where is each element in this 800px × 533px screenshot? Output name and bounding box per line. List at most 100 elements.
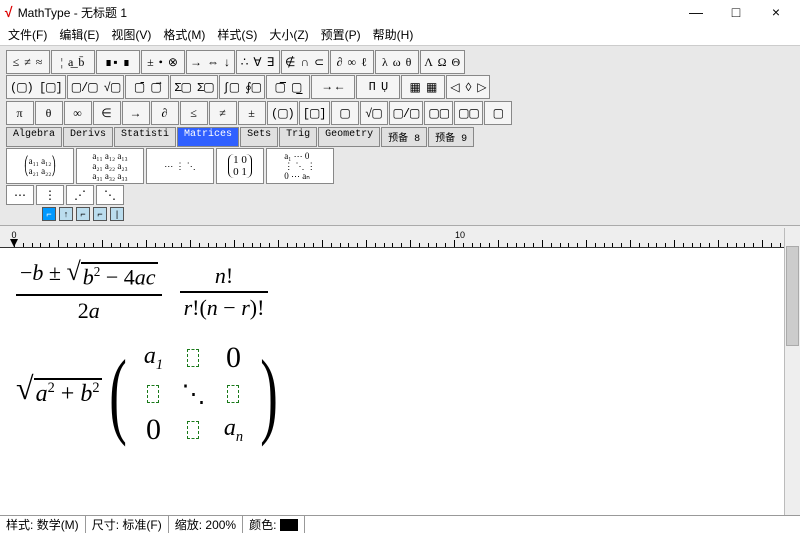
sym-neq[interactable]: ≠: [209, 101, 237, 125]
matrix-template-2x2[interactable]: ⎛a₁₁ a₁₂⎞ ⎝a₂₁ a₂₂⎠: [6, 148, 74, 184]
window-title: MathType - 无标题 1: [18, 4, 676, 21]
ellipsis-v[interactable]: ⋮: [36, 185, 64, 205]
matrices-panel: ⎛a₁₁ a₁₂⎞ ⎝a₂₁ a₂₂⎠ a₁₁ a₁₂ a₁₃ a₂₁ a₂₂ …: [6, 148, 794, 184]
binomial-formula: n! r!(n − r)!: [180, 263, 269, 321]
category-tabs: Algebra Derivs Statisti Matrices Sets Tr…: [6, 127, 794, 147]
tmpl-brackets[interactable]: [▢]: [299, 101, 330, 125]
symbol-palette-row1: ≤ ≠ ≈ ¦ a͟ b̄ ∎▪ ∎ ± • ⊗ → ⇔ ↓ ∴ ∀ ∃ ∉ ∩…: [6, 50, 794, 74]
tabstop-center-icon[interactable]: ↑: [59, 207, 73, 221]
color-swatch: [280, 519, 298, 531]
matrix-slot[interactable]: [227, 385, 239, 403]
ellipsis-up[interactable]: ⋰: [66, 185, 94, 205]
status-size[interactable]: 尺寸: 标准(F): [86, 516, 169, 533]
ruler-label-10: 10: [455, 230, 465, 240]
tab-algebra[interactable]: Algebra: [6, 127, 62, 147]
palette-logic[interactable]: ∴ ∀ ∃: [236, 50, 280, 74]
tab-statisti[interactable]: Statisti: [114, 127, 176, 147]
equation-canvas[interactable]: −b ± √b2 − 4ac 2a n! r!(n − r)! √ a2 + b…: [0, 248, 800, 520]
formula-row-1: −b ± √b2 − 4ac 2a n! r!(n − r)!: [16, 260, 790, 324]
menu-size[interactable]: 大小(Z): [269, 26, 308, 43]
palette-greek-lower[interactable]: λ ω θ: [375, 50, 419, 74]
sym-partial[interactable]: ∂: [151, 101, 179, 125]
sym-infinity[interactable]: ∞: [64, 101, 92, 125]
tabstop-bar-icon[interactable]: |: [110, 207, 124, 221]
matrix-template-diag[interactable]: a₁ ⋯ 0 ⋮ ⋱ ⋮ 0 ⋯ aₙ: [266, 148, 334, 184]
menu-help[interactable]: 帮助(H): [373, 26, 414, 43]
ellipsis-h[interactable]: ⋯: [6, 185, 34, 205]
status-zoom[interactable]: 缩放: 200%: [169, 516, 243, 533]
minimize-button[interactable]: —: [676, 0, 716, 24]
tmpl-box[interactable]: ▢: [484, 101, 512, 125]
template-integrals[interactable]: ∫▢ ∮▢: [219, 75, 265, 99]
palette-misc[interactable]: ∂ ∞ ℓ: [330, 50, 374, 74]
vertical-scrollbar[interactable]: [784, 228, 800, 515]
menu-format[interactable]: 格式(M): [163, 26, 205, 43]
matrix-template-identity[interactable]: 1 00 1: [216, 148, 264, 184]
palette-operators[interactable]: ± • ⊗: [141, 50, 185, 74]
template-boxes[interactable]: ◁ ◊ ▷: [446, 75, 490, 99]
template-fractions[interactable]: ▢/▢ √▢: [67, 75, 125, 99]
tab-matrices[interactable]: Matrices: [177, 127, 239, 147]
ellipsis-panel: ⋯ ⋮ ⋰ ⋱: [6, 185, 794, 205]
matrix-slot[interactable]: [147, 385, 159, 403]
tab-sets[interactable]: Sets: [240, 127, 278, 147]
template-matrices[interactable]: ▦ ▦: [401, 75, 445, 99]
palette-greek-upper[interactable]: Λ Ω Θ: [420, 50, 465, 74]
sym-arrow[interactable]: →: [122, 101, 150, 125]
toolbar-area: ≤ ≠ ≈ ¦ a͟ b̄ ∎▪ ∎ ± • ⊗ → ⇔ ↓ ∴ ∀ ∃ ∉ ∩…: [0, 46, 800, 226]
pythagorean-sqrt: √ a2 + b2: [16, 378, 102, 410]
template-subscripts[interactable]: ▢̄ ▢⃗: [125, 75, 169, 99]
tmpl-sup[interactable]: ▢▢: [424, 101, 453, 125]
tmpl-sub[interactable]: ▢▢: [454, 101, 483, 125]
sym-pm[interactable]: ±: [238, 101, 266, 125]
formula-row-2: √ a2 + b2 ( a1 0 ⋱ 0 an ): [16, 340, 790, 448]
template-labeled-arrows[interactable]: → ←: [311, 75, 355, 99]
palette-spaces[interactable]: ¦ a͟ b̄: [51, 50, 95, 74]
status-bar: 样式: 数学(M) 尺寸: 标准(F) 缩放: 200% 颜色:: [0, 515, 800, 533]
tmpl-frac[interactable]: ▢/▢: [389, 101, 424, 125]
status-style[interactable]: 样式: 数学(M): [0, 516, 86, 533]
matrix-slot[interactable]: [187, 349, 199, 367]
template-sums[interactable]: Σ▢ Σ▢: [170, 75, 217, 99]
tab-slot8[interactable]: 预备 8: [381, 127, 427, 147]
left-paren: (: [109, 354, 127, 434]
palette-arrows[interactable]: → ⇔ ↓: [186, 50, 235, 74]
template-overbar[interactable]: ▢̅ ▢̲: [266, 75, 310, 99]
tab-derivs[interactable]: Derivs: [63, 127, 113, 147]
diagonal-matrix: a1 0 ⋱ 0 an: [133, 340, 253, 448]
matrix-template-dots[interactable]: ⋯ ⋮ ⋱: [146, 148, 214, 184]
tmpl-parens[interactable]: (▢): [267, 101, 298, 125]
tmpl-sqrt[interactable]: √▢: [360, 101, 388, 125]
close-button[interactable]: ×: [756, 0, 796, 24]
right-paren: ): [261, 354, 279, 434]
palette-relations[interactable]: ≤ ≠ ≈: [6, 50, 50, 74]
template-products[interactable]: Π Ụ: [356, 75, 400, 99]
sym-theta[interactable]: θ: [35, 101, 63, 125]
menu-bar: 文件(F) 编辑(E) 视图(V) 格式(M) 样式(S) 大小(Z) 预置(P…: [0, 24, 800, 46]
matrix-template-3x3[interactable]: a₁₁ a₁₂ a₁₃ a₂₁ a₂₂ a₂₃ a₃₁ a₃₂ a₃₃: [76, 148, 144, 184]
sym-leq[interactable]: ≤: [180, 101, 208, 125]
tab-slot9[interactable]: 预备 9: [428, 127, 474, 147]
ellipsis-down[interactable]: ⋱: [96, 185, 124, 205]
menu-style[interactable]: 样式(S): [217, 26, 257, 43]
tmpl-slot[interactable]: ▢: [331, 101, 359, 125]
matrix-slot[interactable]: [187, 421, 199, 439]
palette-embellish[interactable]: ∎▪ ∎: [96, 50, 140, 74]
status-color[interactable]: 颜色:: [243, 516, 305, 533]
sym-pi[interactable]: π: [6, 101, 34, 125]
scrollbar-thumb[interactable]: [786, 246, 799, 346]
ruler[interactable]: 0 10: [0, 226, 800, 248]
maximize-button[interactable]: □: [716, 0, 756, 24]
menu-prefs[interactable]: 预置(P): [321, 26, 361, 43]
tabstop-left-icon[interactable]: ⌐: [42, 207, 56, 221]
tab-trig[interactable]: Trig: [279, 127, 317, 147]
tab-geometry[interactable]: Geometry: [318, 127, 380, 147]
menu-file[interactable]: 文件(F): [8, 26, 47, 43]
menu-edit[interactable]: 编辑(E): [59, 26, 99, 43]
palette-settheory[interactable]: ∉ ∩ ⊂: [281, 50, 329, 74]
tabstop-right-icon[interactable]: ⌐: [76, 207, 90, 221]
sym-element[interactable]: ∈: [93, 101, 121, 125]
template-fences[interactable]: (▢) [▢]: [6, 75, 66, 99]
tabstop-decimal-icon[interactable]: ⌐: [93, 207, 107, 221]
menu-view[interactable]: 视图(V): [111, 26, 151, 43]
